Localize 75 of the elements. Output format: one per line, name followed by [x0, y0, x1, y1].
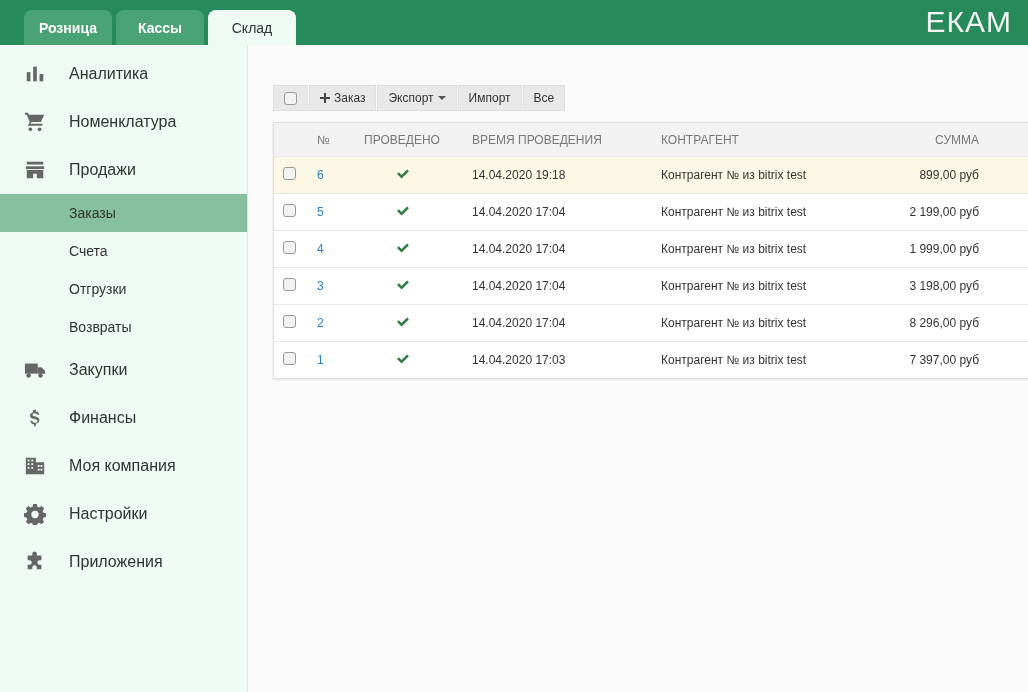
table-cell: 2 199,00 руб [909, 205, 979, 219]
checkbox[interactable] [283, 241, 296, 254]
caret-icon [437, 96, 446, 100]
settings-icon [24, 503, 46, 525]
sidebar-item[interactable]: Настройки [0, 490, 247, 538]
table-row[interactable]: 1 14.04.2020 17:03 Контрагент № из bitrix test 7 397,00 руб [274, 341, 1028, 378]
column-header: КОНТРАГЕНТ [661, 132, 739, 147]
sidebar-item-label: Моя компания [69, 457, 176, 475]
order-number-link[interactable]: 3 [317, 279, 324, 293]
order-number-link[interactable]: 4 [317, 242, 324, 256]
toolbar-button[interactable]: Импорт [457, 85, 522, 111]
table-row[interactable]: 6 14.04.2020 19:18 Контрагент № из bitrix test 899,00 руб [274, 156, 1028, 193]
table-cell: 14.04.2020 19:18 [472, 168, 566, 182]
checkbox[interactable] [283, 315, 296, 328]
table-cell: 899,00 руб [919, 168, 979, 182]
checkbox[interactable] [283, 278, 296, 291]
sidebar-subitem[interactable]: Отгрузки [0, 270, 247, 308]
table-cell: 14.04.2020 17:04 [472, 242, 566, 256]
table-cell: Контрагент № из bitrix test [661, 205, 807, 219]
sidebar-item[interactable]: Финансы [0, 394, 247, 442]
table-cell: 1 999,00 руб [909, 242, 979, 256]
table-cell: Контрагент № из bitrix test [661, 242, 807, 256]
sidebar-item[interactable]: Номенклатура [0, 98, 247, 146]
order-number-link[interactable]: 6 [317, 168, 324, 182]
checkbox[interactable] [284, 91, 297, 105]
checkbox[interactable] [283, 204, 296, 217]
sidebar-item[interactable]: Продажи [0, 146, 247, 194]
column-header: № [317, 132, 330, 147]
table-cell: Контрагент № из bitrix test [661, 168, 807, 182]
select-all-button[interactable] [273, 85, 308, 111]
table-cell: Контрагент № из bitrix test [661, 353, 807, 367]
logo: ЕКАМ [925, 7, 1012, 37]
building-icon [24, 455, 46, 477]
tab[interactable]: Склад [208, 10, 296, 45]
checkbox[interactable] [283, 352, 296, 365]
table-cell: 14.04.2020 17:04 [472, 316, 566, 330]
toolbar-button[interactable]: Экспорт [377, 85, 457, 111]
toolbar-button[interactable]: Все [522, 85, 566, 111]
cart-icon [24, 111, 46, 133]
order-number-link[interactable]: 5 [317, 205, 324, 219]
sidebar-item[interactable]: Приложения [0, 538, 247, 586]
column-header: ПРОВЕДЕНО [364, 132, 440, 147]
sidebar-subitem[interactable]: Заказы [0, 194, 247, 232]
table-cell: 3 198,00 руб [909, 279, 979, 293]
table-cell: Контрагент № из bitrix test [661, 279, 807, 293]
plus-icon [320, 93, 330, 103]
table-row[interactable]: 4 14.04.2020 17:04 Контрагент № из bitrix test 1 999,00 руб [274, 230, 1028, 267]
sidebar-item[interactable]: Аналитика [0, 50, 247, 98]
table-cell: 14.04.2020 17:03 [472, 353, 566, 367]
table-cell: 8 296,00 руб [909, 316, 979, 330]
sidebar-item-label: Продажи [69, 161, 136, 179]
sidebar-item-label: Настройки [69, 505, 148, 523]
sidebar-subitem[interactable]: Счета [0, 232, 247, 270]
order-number-link[interactable]: 1 [317, 353, 324, 367]
table-row[interactable]: 5 14.04.2020 17:04 Контрагент № из bitrix test 2 199,00 руб [274, 193, 1028, 230]
sidebar-item-label: Финансы [69, 409, 137, 427]
sidebar-subitem[interactable]: Возвраты [0, 308, 247, 346]
sidebar-item[interactable]: Закупки [0, 346, 247, 394]
table-cell: 14.04.2020 17:04 [472, 205, 566, 219]
column-header: СУММА [935, 132, 979, 147]
order-number-link[interactable]: 2 [317, 316, 324, 330]
toolbar-button[interactable]: Заказ [309, 85, 377, 111]
column-header: ВРЕМЯ ПРОВЕДЕНИЯ [472, 132, 602, 147]
table-row[interactable]: 3 14.04.2020 17:04 Контрагент № из bitrix test 3 198,00 руб [274, 267, 1028, 304]
checkbox[interactable] [283, 167, 296, 180]
sidebar-item-label: Аналитика [69, 65, 149, 83]
sidebar-item-label: Приложения [69, 553, 163, 571]
sidebar-item-label: Номенклатура [69, 113, 177, 131]
store-icon [24, 159, 46, 181]
table-row[interactable]: 2 14.04.2020 17:04 Контрагент № из bitrix test 8 296,00 руб [274, 304, 1028, 341]
sidebar-item-label: Закупки [69, 361, 128, 379]
table-cell: 14.04.2020 17:04 [472, 279, 566, 293]
table-cell: 7 397,00 руб [909, 353, 979, 367]
sidebar-item[interactable]: Моя компания [0, 442, 247, 490]
table-cell: Контрагент № из bitrix test [661, 316, 807, 330]
